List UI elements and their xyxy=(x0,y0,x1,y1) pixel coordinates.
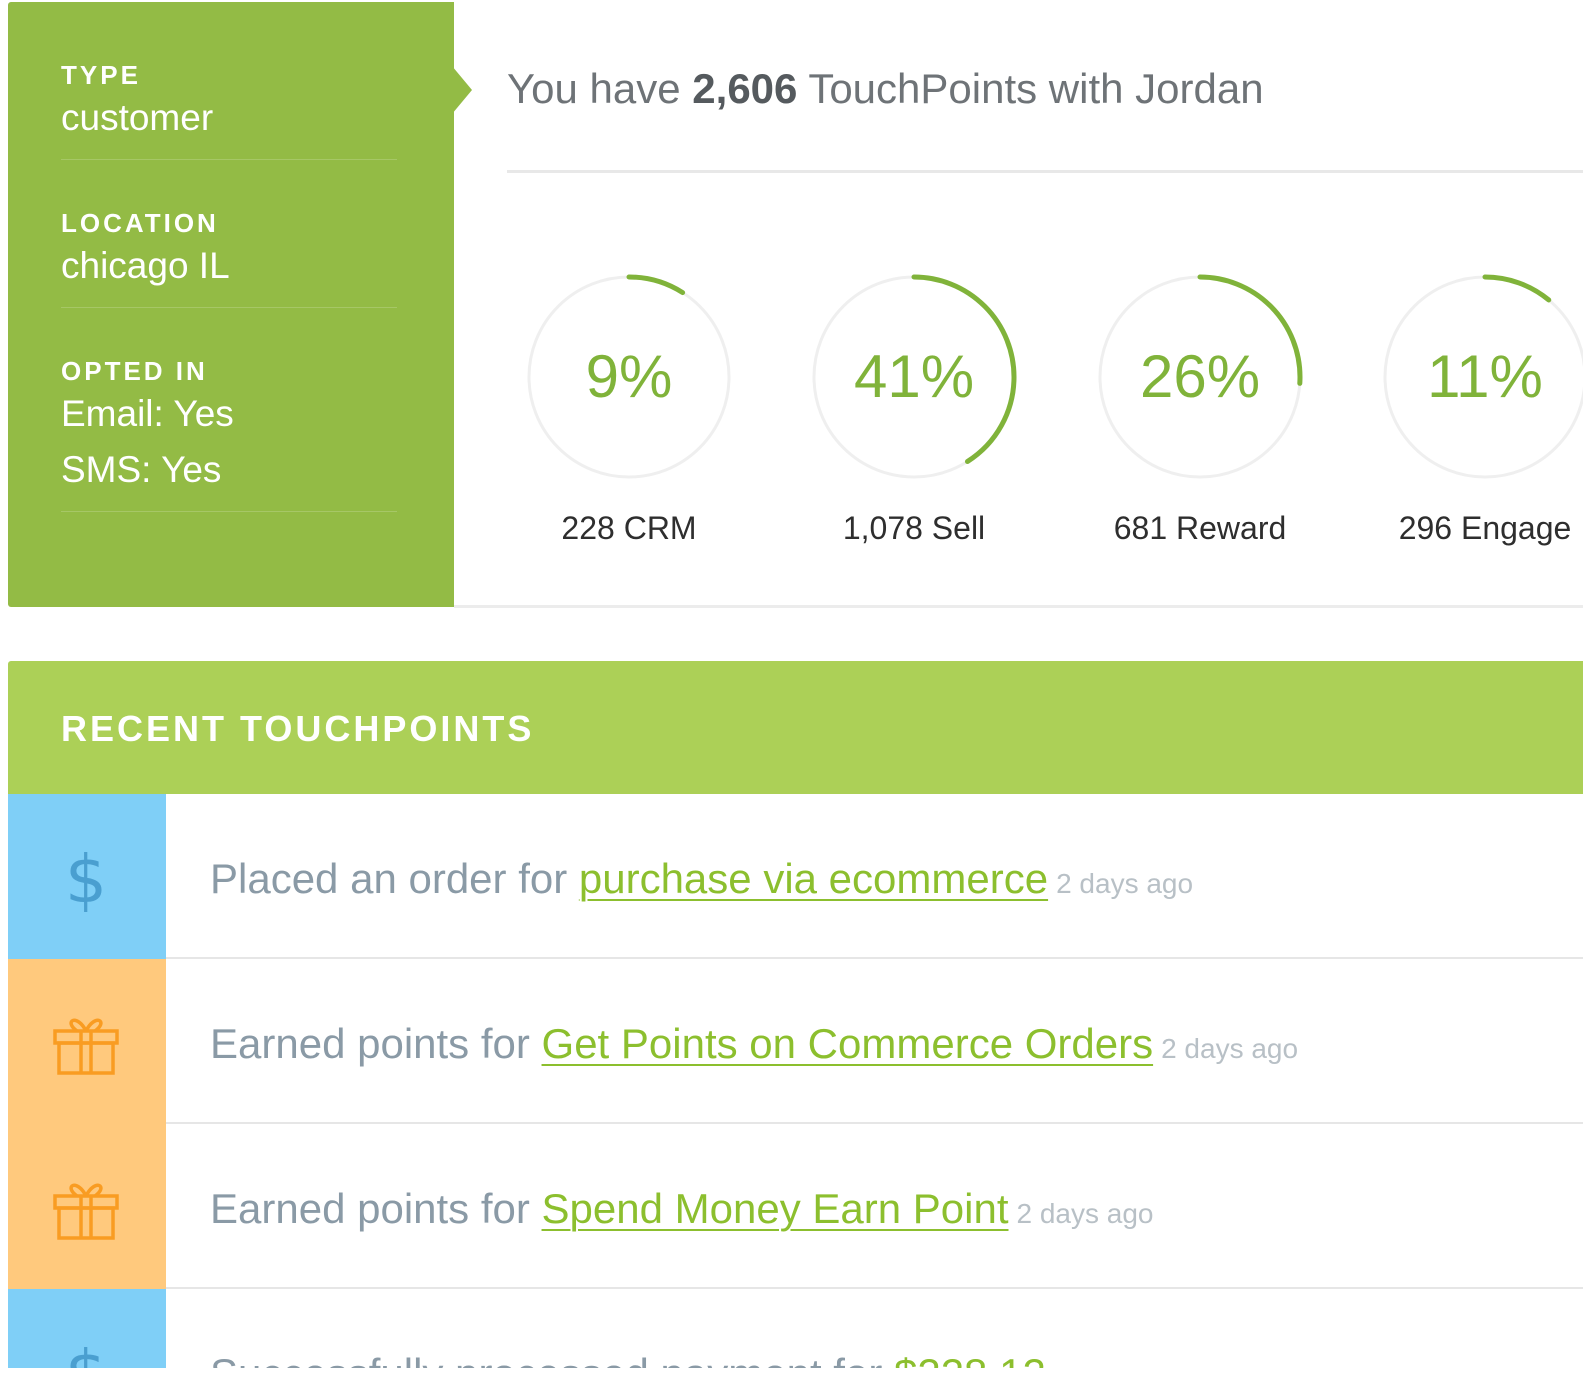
dollar-icon: $ xyxy=(65,1339,107,1368)
touchpoint-link[interactable]: purchase via ecommerce xyxy=(579,855,1048,902)
touchpoint-link[interactable]: $228.12 xyxy=(894,1350,1046,1368)
summary-divider xyxy=(507,170,1583,173)
stat-label: 296 Engage xyxy=(1398,510,1572,546)
summary-prefix: You have xyxy=(507,65,693,112)
ring-chart: 11% xyxy=(1380,272,1583,482)
type-field: TYPE customer xyxy=(61,60,397,160)
touchpoint-row: $ Successfully processed payment for $22… xyxy=(8,1289,1583,1368)
touchpoints-count: 2,606 xyxy=(692,65,798,112)
stat-sell: 41% 1,078 Sell xyxy=(809,272,1019,546)
recent-touchpoints-title: RECENT TOUCHPOINTS xyxy=(8,661,1583,794)
overview-bottom-divider xyxy=(454,605,1583,608)
touchpoint-icon-cell: $ xyxy=(8,1289,166,1368)
percent-label: 9% xyxy=(585,343,673,410)
dollar-icon: $ xyxy=(65,844,107,914)
contact-overview: TYPE customer LOCATION chicago IL OPTED … xyxy=(0,0,1583,612)
touchpoint-description: Successfully processed payment for xyxy=(210,1350,894,1368)
touchpoint-timestamp: 2 days ago xyxy=(1161,1033,1299,1064)
recent-touchpoints-panel: RECENT TOUCHPOINTS $ Placed an order for… xyxy=(8,661,1583,1368)
touchpoint-text: Successfully processed payment for $228.… xyxy=(210,1289,1054,1368)
touchpoint-description: Placed an order for xyxy=(210,855,579,902)
touchpoint-description: Earned points for xyxy=(210,1020,542,1067)
location-value: chicago IL xyxy=(61,245,230,286)
touchpoints-summary: You have 2,606 TouchPoints with Jordan xyxy=(507,60,1264,118)
ring-chart: 26% xyxy=(1095,272,1305,482)
touchpoint-link[interactable]: Get Points on Commerce Orders xyxy=(542,1020,1154,1067)
type-label: TYPE xyxy=(61,60,141,90)
gift-icon xyxy=(53,1018,119,1075)
touchpoint-icon-cell: $ xyxy=(8,794,166,959)
svg-text:$: $ xyxy=(65,844,107,914)
profile-panel-pointer xyxy=(452,66,472,114)
stat-reward: 26% 681 Reward xyxy=(1095,272,1305,546)
ring-chart: 41% xyxy=(809,272,1019,482)
percent-label: 41% xyxy=(853,343,975,410)
ring-chart: 9% xyxy=(524,272,734,482)
touchpoint-row: Earned points for Get Points on Commerce… xyxy=(8,959,1583,1124)
location-label: LOCATION xyxy=(61,208,219,238)
touchpoint-text: Earned points for Spend Money Earn Point… xyxy=(210,1124,1154,1289)
stat-label: 681 Reward xyxy=(1113,510,1287,546)
touchpoint-icon-cell xyxy=(8,1124,166,1289)
email-opt-in-value: Email: Yes xyxy=(61,393,234,434)
touchpoint-row: Earned points for Spend Money Earn Point… xyxy=(8,1124,1583,1289)
touchpoint-icon-cell xyxy=(8,959,166,1124)
profile-panel: TYPE customer LOCATION chicago IL OPTED … xyxy=(8,2,454,607)
summary-suffix: TouchPoints with Jordan xyxy=(797,65,1264,112)
touchpoint-row: $ Placed an order for purchase via ecomm… xyxy=(8,794,1583,959)
percent-label: 26% xyxy=(1139,343,1261,410)
touchpoint-timestamp: 2 days ago xyxy=(1056,868,1194,899)
touchpoint-text: Earned points for Get Points on Commerce… xyxy=(210,959,1298,1124)
touchpoint-description: Earned points for xyxy=(210,1185,542,1232)
stat-engage: 11% 296 Engage xyxy=(1380,272,1583,546)
gift-icon xyxy=(53,1183,119,1240)
stat-crm: 9% 228 CRM xyxy=(524,272,734,546)
touchpoint-link[interactable]: Spend Money Earn Point xyxy=(542,1185,1009,1232)
opted-in-label: OPTED IN xyxy=(61,356,208,386)
sms-opt-in-value: SMS: Yes xyxy=(61,449,222,490)
touchpoint-timestamp: 2 days ago xyxy=(1016,1198,1154,1229)
stat-label: 228 CRM xyxy=(561,510,697,546)
type-value: customer xyxy=(61,97,214,138)
opted-in-field: OPTED IN Email: Yes SMS: Yes xyxy=(61,356,397,512)
touchpoint-text: Placed an order for purchase via ecommer… xyxy=(210,794,1193,959)
percent-label: 11% xyxy=(1427,343,1543,410)
location-field: LOCATION chicago IL xyxy=(61,208,397,308)
svg-text:$: $ xyxy=(65,1339,107,1368)
stat-label: 1,078 Sell xyxy=(842,510,986,546)
